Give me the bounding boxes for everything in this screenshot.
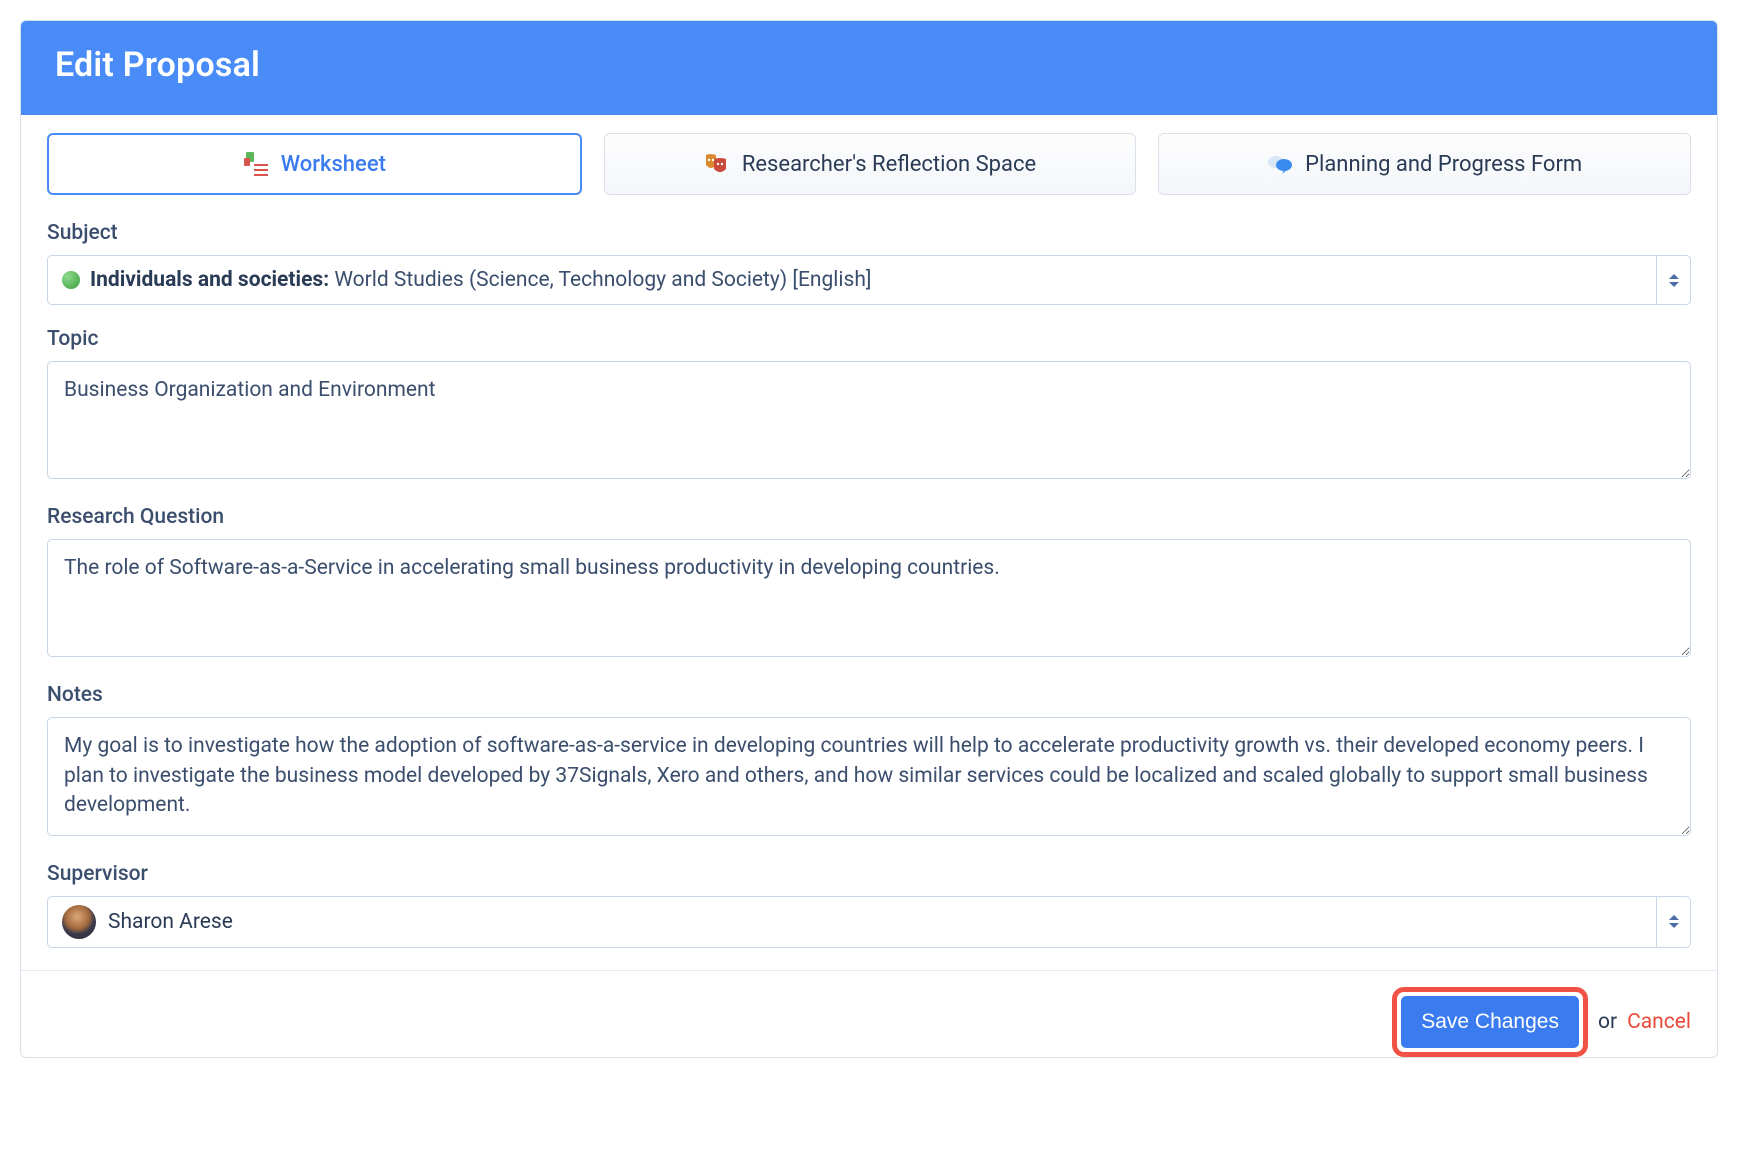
tab-reflection-label: Researcher's Reflection Space <box>742 152 1036 177</box>
page-title: Edit Proposal <box>55 45 1683 85</box>
notes-label: Notes <box>47 683 1691 707</box>
cancel-link[interactable]: Cancel <box>1627 1010 1691 1034</box>
supervisor-name: Sharon Arese <box>108 910 233 934</box>
chevron-down-icon <box>1669 282 1679 287</box>
research-question-label: Research Question <box>47 505 1691 529</box>
tab-planning[interactable]: Planning and Progress Form <box>1158 133 1691 195</box>
subject-category: Individuals and societies: <box>90 268 329 292</box>
field-notes: Notes <box>47 683 1691 839</box>
select-spinner-icon[interactable] <box>1656 256 1690 304</box>
supervisor-select[interactable]: Sharon Arese <box>47 896 1691 948</box>
subject-detail: World Studies (Science, Technology and S… <box>334 268 871 292</box>
field-topic: Topic <box>47 327 1691 483</box>
select-spinner-icon[interactable] <box>1656 897 1690 947</box>
topic-input[interactable] <box>47 361 1691 479</box>
research-question-input[interactable] <box>47 539 1691 657</box>
field-supervisor: Supervisor Sharon Arese <box>47 862 1691 948</box>
chevron-up-icon <box>1669 915 1679 920</box>
chevron-up-icon <box>1669 274 1679 279</box>
subject-select[interactable]: Individuals and societies: World Studies… <box>47 255 1691 305</box>
notes-input[interactable] <box>47 717 1691 835</box>
supervisor-label: Supervisor <box>47 862 1691 886</box>
topic-label: Topic <box>47 327 1691 351</box>
save-highlight: Save Changes <box>1392 987 1588 1057</box>
modal-header: Edit Proposal <box>21 21 1717 115</box>
masks-icon <box>704 151 730 177</box>
chevron-down-icon <box>1669 923 1679 928</box>
modal-body: Worksheet Researcher's Reflection Space <box>21 115 1717 971</box>
tabs-row: Worksheet Researcher's Reflection Space <box>47 133 1691 195</box>
speech-bubble-icon <box>1267 151 1293 177</box>
field-research-question: Research Question <box>47 505 1691 661</box>
tab-planning-label: Planning and Progress Form <box>1305 152 1582 177</box>
subject-label: Subject <box>47 221 1691 245</box>
tab-worksheet-label: Worksheet <box>281 152 386 177</box>
worksheet-icon <box>243 151 269 177</box>
edit-proposal-modal: Edit Proposal Worksheet <box>20 20 1718 1058</box>
avatar <box>62 905 96 939</box>
globe-icon <box>62 271 80 289</box>
modal-footer: Save Changes or Cancel <box>21 971 1717 1057</box>
save-button[interactable]: Save Changes <box>1401 996 1579 1048</box>
tab-worksheet[interactable]: Worksheet <box>47 133 582 195</box>
tab-reflection[interactable]: Researcher's Reflection Space <box>604 133 1137 195</box>
or-text: or <box>1598 1010 1617 1034</box>
field-subject: Subject Individuals and societies: World… <box>47 221 1691 305</box>
